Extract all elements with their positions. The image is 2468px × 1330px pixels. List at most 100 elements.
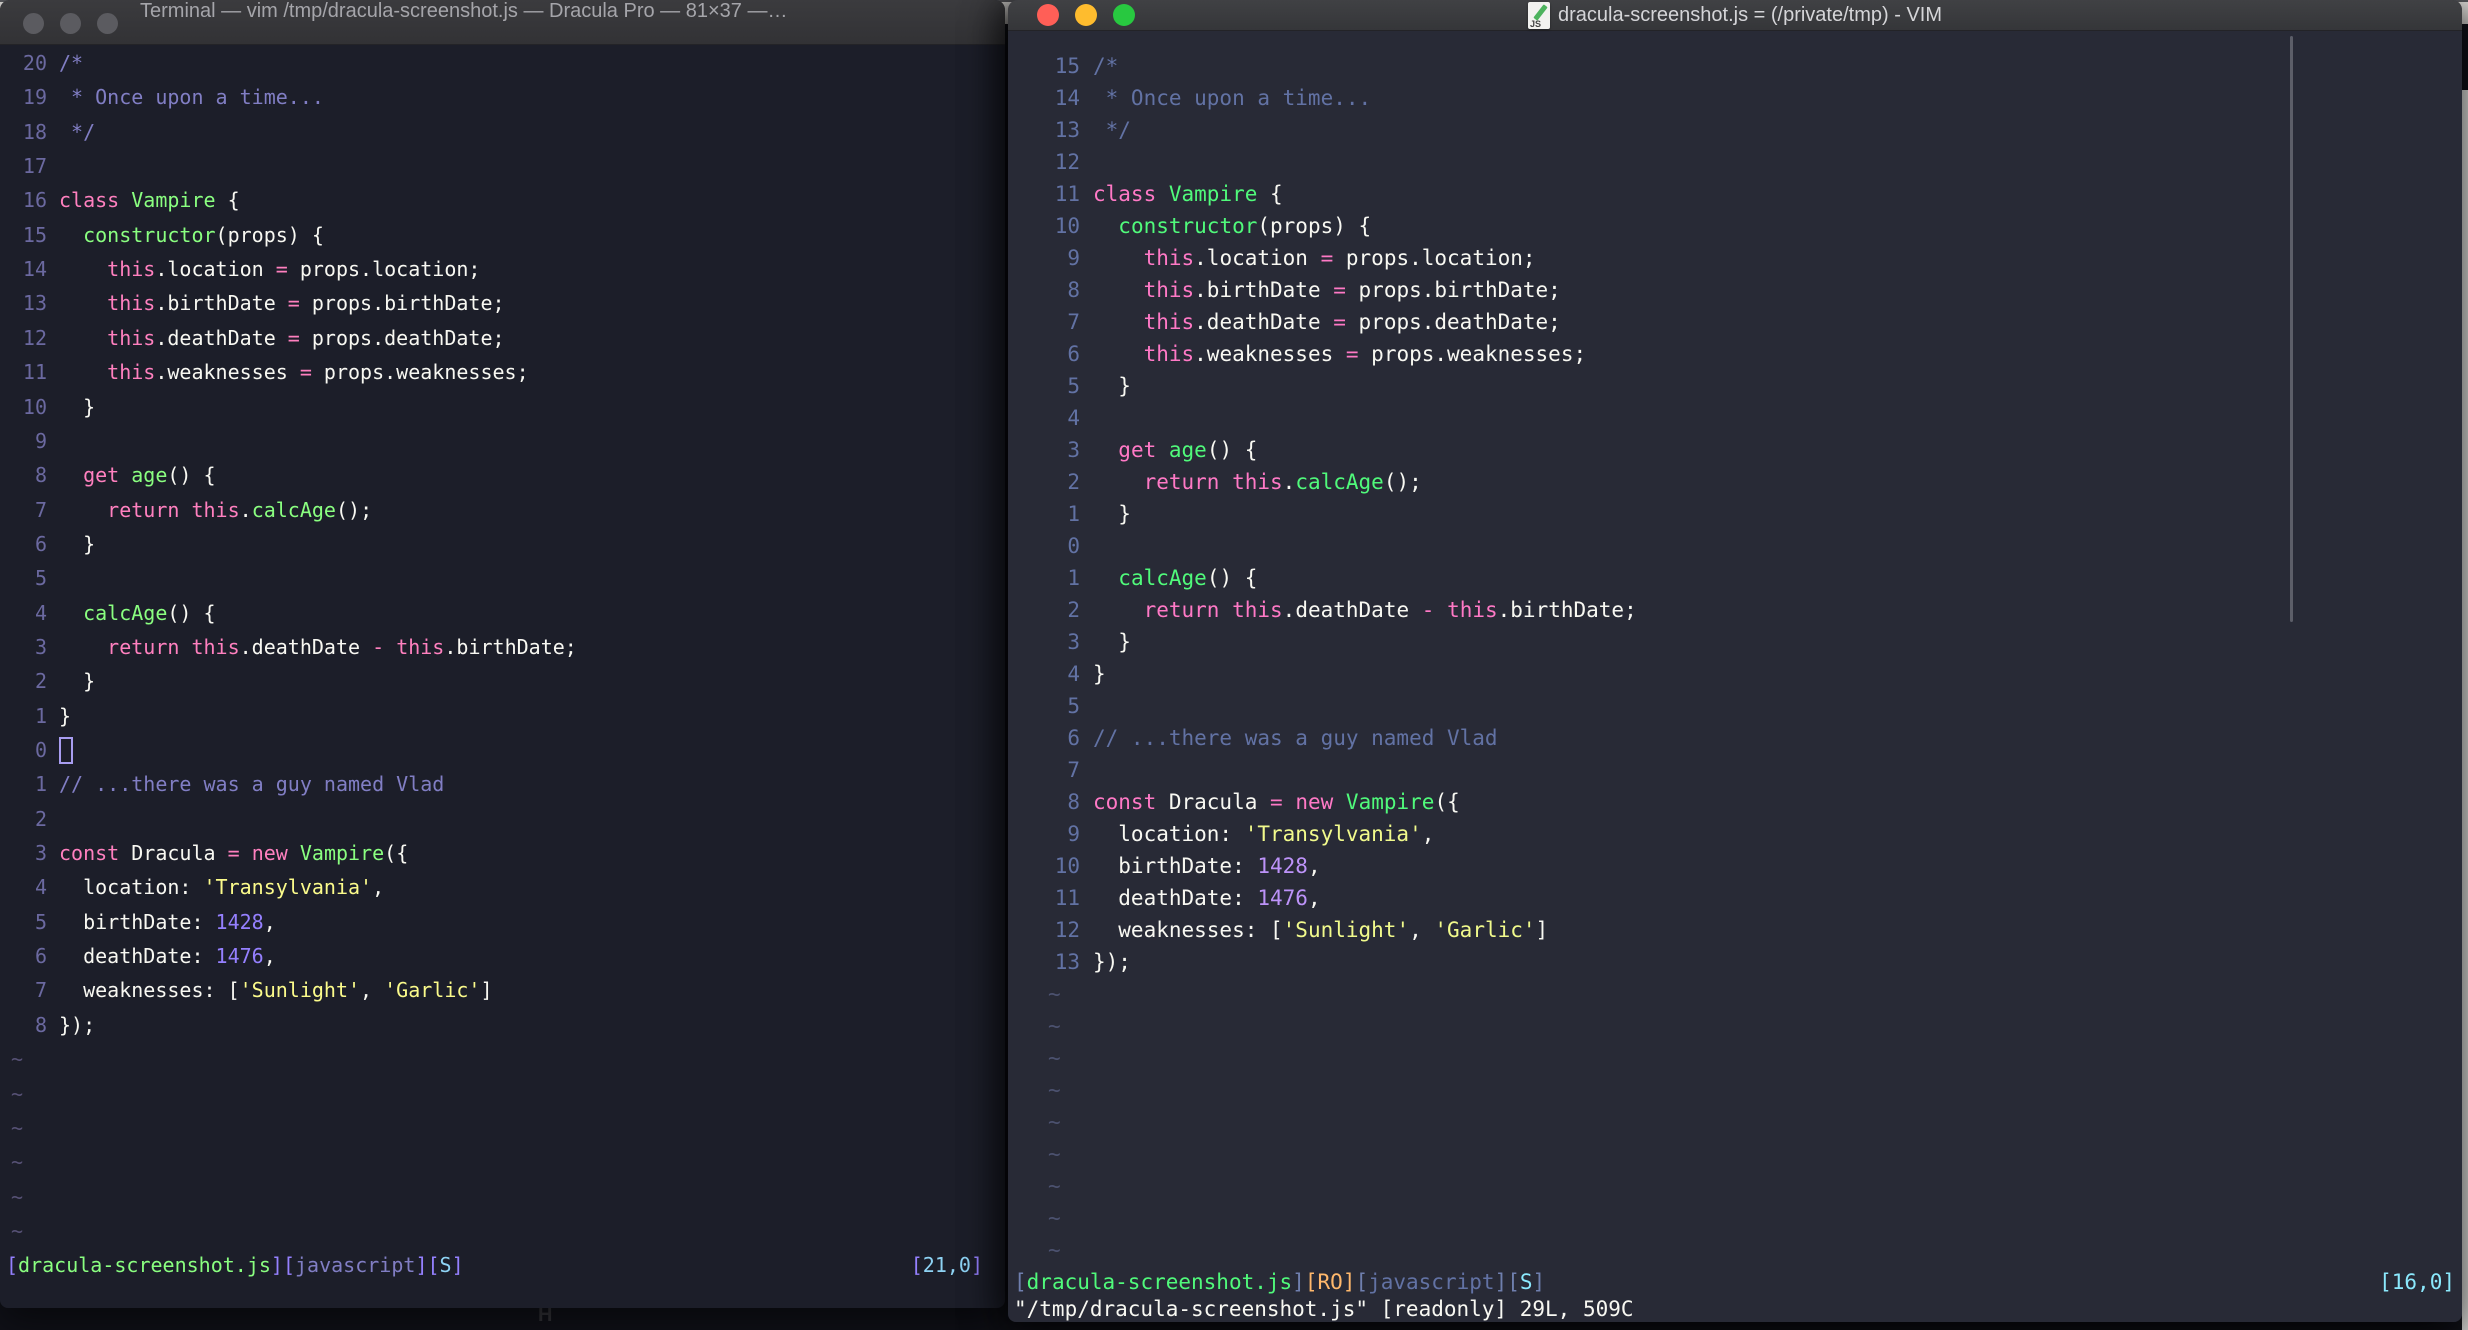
- code-token: .weaknesses: [1194, 342, 1346, 366]
- code-token: -: [372, 634, 385, 659]
- line-number: 15: [22, 222, 47, 247]
- line-number: 18: [22, 119, 47, 144]
- code-token: .deathDate: [239, 634, 373, 659]
- terminal-vim-screen[interactable]: 20/* 19 * Once upon a time... 18 */17 16 cla…: [0, 0, 1005, 1308]
- macvim-titlebar[interactable]: JS dracula-screenshot.js = (/private/tmp…: [1008, 0, 2462, 31]
- code-token: 1476: [1257, 886, 1308, 910]
- line-number: 4: [34, 875, 47, 900]
- code-token: new: [1295, 790, 1334, 814]
- code-token: class: [1093, 182, 1157, 206]
- code-token: deathDate:: [59, 944, 216, 969]
- line-number: 2: [34, 669, 47, 694]
- code-token: this: [1232, 470, 1283, 494]
- minimize-button[interactable]: [1075, 4, 1097, 26]
- tilde-line: ~: [1048, 982, 1061, 1006]
- code-line: 1 }: [1008, 498, 2462, 530]
- code-token: return: [1143, 470, 1220, 494]
- code-token: props.location;: [1333, 246, 1536, 270]
- line-number: 11: [22, 360, 47, 385]
- minimize-button[interactable]: [60, 13, 81, 34]
- code-token: ({: [1434, 790, 1460, 814]
- line-number: 2: [34, 806, 47, 831]
- code-token: .birthDate;: [444, 634, 577, 659]
- code-token: const: [1093, 790, 1157, 814]
- zoom-button[interactable]: [97, 13, 118, 34]
- code-token: /*: [59, 51, 84, 75]
- code-token: age: [1168, 438, 1207, 462]
- scrollbar-thumb[interactable]: [2290, 36, 2293, 622]
- code-line: 19 * Once upon a time...: [0, 80, 1005, 115]
- code-line: 4 location: 'Transylvania',: [0, 870, 1005, 905]
- code-token: ({: [384, 841, 409, 866]
- tilde-line: ~: [11, 1150, 24, 1175]
- code-token: this: [1143, 278, 1195, 302]
- macvim-vim-screen[interactable]: 15/* 14 * Once upon a time... 13 */12 11 cla…: [1008, 0, 2462, 1322]
- code-token: ,: [1421, 822, 1435, 846]
- code-token: Vampire: [1168, 182, 1258, 206]
- line-number: 0: [1067, 534, 1080, 558]
- code-token: this: [191, 497, 240, 522]
- code-line: 0: [0, 733, 1005, 768]
- code-token: S: [1519, 1270, 1533, 1294]
- tilde-line: ~: [1048, 1110, 1061, 1134]
- code-token: // ...there was a guy named Vlad: [59, 772, 445, 797]
- line-number: 4: [1067, 406, 1080, 430]
- line-number: 16: [22, 188, 47, 213]
- code-token: =: [227, 841, 240, 866]
- line-number: 3: [1067, 630, 1080, 654]
- code-line: 12: [1008, 146, 2462, 178]
- document-proxy-icon[interactable]: JS: [1527, 1, 1550, 29]
- code-line: 12 weaknesses: ['Sunlight', 'Garlic']: [1008, 914, 2462, 946]
- code-token: calcAge: [1118, 566, 1207, 590]
- code-line: 5: [0, 561, 1005, 596]
- code-line: 15 /*: [1008, 50, 2462, 82]
- code-token: props.location;: [287, 257, 481, 282]
- code-token: 'Sunlight': [1282, 918, 1410, 942]
- code-line: 5 }: [1008, 370, 2462, 402]
- tilde-line: ~: [1048, 1206, 1061, 1230]
- code-line: 8 this.birthDate = props.birthDate;: [1008, 274, 2462, 306]
- line-number: 7: [1067, 310, 1080, 334]
- code-token: new: [251, 841, 288, 866]
- line-number: 10: [1054, 854, 1080, 878]
- code-token: (props) {: [1257, 214, 1372, 238]
- tilde-line: ~: [11, 1047, 24, 1072]
- vim-statusline: [dracula-screenshot.js][javascript][S] [2…: [0, 1248, 1005, 1283]
- tilde-line: ~: [1048, 1046, 1061, 1070]
- code-token: .weaknesses: [155, 360, 300, 385]
- macvim-window-title: dracula-screenshot.js = (/private/tmp) -…: [1557, 3, 1942, 26]
- vim-cursor: [59, 737, 73, 764]
- close-button[interactable]: [1037, 4, 1059, 26]
- code-token: RO: [1317, 1270, 1343, 1294]
- code-token: return: [107, 634, 180, 659]
- code-token: .: [239, 497, 252, 522]
- code-token: return: [107, 497, 180, 522]
- code-token: .location: [155, 257, 276, 282]
- zoom-button[interactable]: [1113, 4, 1135, 26]
- line-number: 6: [1067, 726, 1080, 750]
- code-line: 3 get age() {: [1008, 434, 2462, 466]
- code-token: 'Garlic': [1434, 918, 1536, 942]
- code-token: Vampire: [1345, 790, 1435, 814]
- code-line: 5: [1008, 690, 2462, 722]
- code-line: 8});: [0, 1008, 1005, 1043]
- close-button[interactable]: [23, 13, 44, 34]
- vim-statusline: [dracula-screenshot.js][RO][javascript][…: [1008, 1266, 2462, 1298]
- tilde-line: ~: [1048, 1078, 1061, 1102]
- code-token: .birthDate;: [1497, 598, 1637, 622]
- code-token: dracula-screenshot.js: [18, 1253, 271, 1277]
- terminal-titlebar[interactable]: Terminal — vim /tmp/dracula-screenshot.j…: [0, 0, 1005, 45]
- code-token: =: [299, 360, 312, 385]
- code-token: this: [1232, 598, 1283, 622]
- code-line: 14 * Once upon a time...: [1008, 82, 2462, 114]
- code-token: */: [1093, 118, 1131, 142]
- code-token: ]: [1494, 1270, 1508, 1294]
